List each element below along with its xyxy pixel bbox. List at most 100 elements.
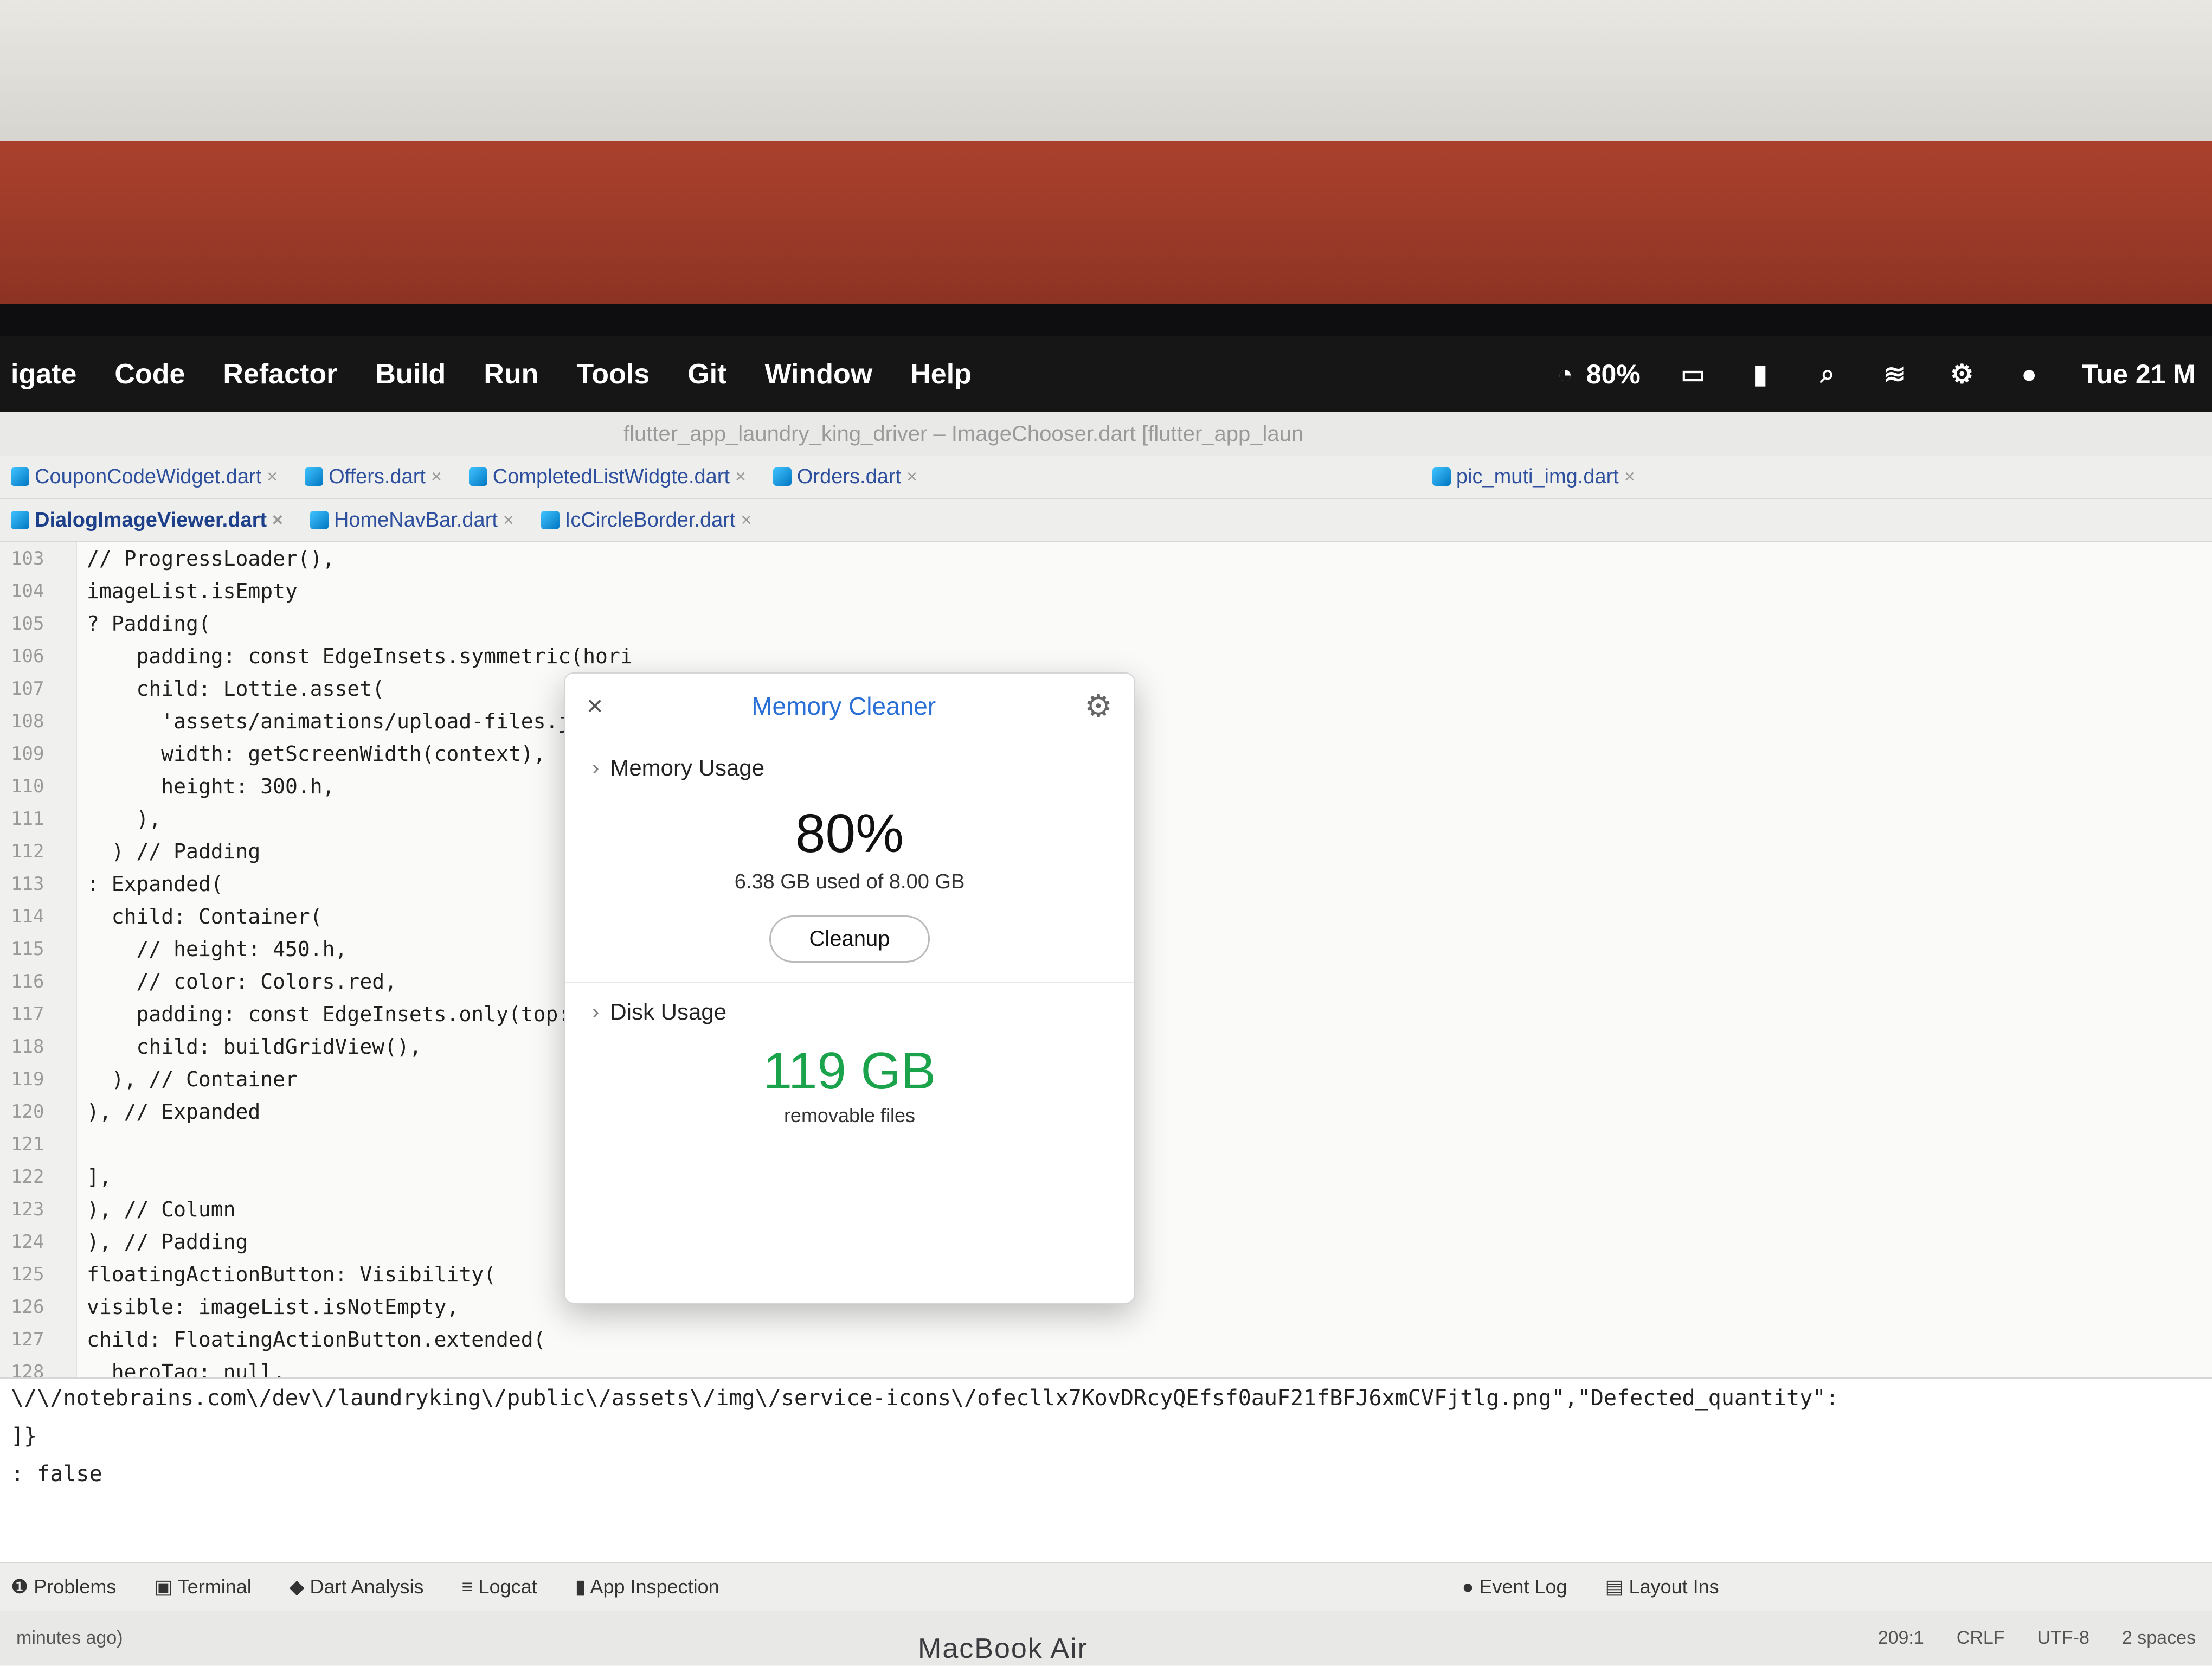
close-icon[interactable]: × <box>906 466 917 488</box>
menu-item-git[interactable]: Git <box>687 358 726 390</box>
close-icon[interactable]: × <box>272 510 283 531</box>
run-console[interactable]: \/\/notebrains.com\/dev\/laundryking\/pu… <box>0 1377 2212 1564</box>
tab-orders[interactable]: Orders.dart × <box>773 465 917 489</box>
disk-usage-label: Disk Usage <box>610 999 727 1024</box>
menu-item-navigate[interactable]: igate <box>11 358 76 390</box>
line-number: 104 <box>11 580 44 602</box>
status-right: 209:1 CRLF UTF-8 2 spaces <box>1878 1627 2196 1649</box>
gear-icon[interactable]: ⚙ <box>1084 688 1113 725</box>
code-line: ), // Column <box>87 1197 236 1221</box>
line-number: 123 <box>11 1199 44 1220</box>
memory-usage-header[interactable]: › Memory Usage <box>592 755 1107 781</box>
disk-usage-header[interactable]: › Disk Usage <box>592 999 1107 1025</box>
disk-caption: removable files <box>783 1104 916 1126</box>
line-number: 118 <box>11 1036 44 1058</box>
indent-setting[interactable]: 2 spaces <box>2122 1627 2196 1649</box>
close-icon[interactable]: × <box>431 466 442 488</box>
battery-icon[interactable]: ▮ <box>1746 360 1775 389</box>
tab-label: HomeNavBar.dart <box>333 508 498 531</box>
code-line: child: buildGridView(), <box>87 1035 422 1059</box>
line-number: 125 <box>11 1264 44 1285</box>
menu-bar-status-area: ◔ 80% ▭ ▮ ⌕ ≋ ⚙ ● Tue 21 M <box>1551 336 2196 412</box>
code-line: : Expanded( <box>87 872 223 896</box>
dart-file-icon <box>310 511 329 529</box>
code-line: ], <box>87 1165 112 1189</box>
menu-item-help[interactable]: Help <box>910 358 972 390</box>
close-icon[interactable]: × <box>587 690 603 722</box>
search-icon[interactable]: ⌕ <box>1813 360 1842 389</box>
code-line: child: Container( <box>87 905 323 928</box>
menu-item-build[interactable]: Build <box>375 358 446 390</box>
menu-bar-clock[interactable]: Tue 21 M <box>2082 358 2196 390</box>
console-line: : false <box>11 1462 102 1486</box>
memory-usage-section: › Memory Usage 80% 6.38 GB used of 8.00 … <box>565 755 1134 983</box>
disk-removable-size: 119 GB <box>763 1042 936 1100</box>
tool-label: Layout Ins <box>1629 1575 1719 1598</box>
cleanup-button[interactable]: Cleanup <box>769 915 930 963</box>
memory-cleaner-tray[interactable]: ◔ 80% <box>1551 358 1641 390</box>
tool-dart-analysis[interactable]: ◆ Dart Analysis <box>290 1575 424 1598</box>
menu-item-code[interactable]: Code <box>114 358 185 390</box>
console-line: ]} <box>11 1424 37 1449</box>
close-icon[interactable]: × <box>267 466 278 488</box>
dart-file-icon <box>773 467 792 486</box>
close-icon[interactable]: × <box>1624 466 1635 488</box>
line-number: 107 <box>11 678 44 700</box>
code-line: height: 300.h, <box>87 774 335 798</box>
menu-item-tools[interactable]: Tools <box>576 358 650 390</box>
close-icon[interactable]: × <box>741 510 751 531</box>
line-number: 109 <box>11 743 44 765</box>
display-icon[interactable]: ▭ <box>1679 360 1708 389</box>
tab-label: Orders.dart <box>796 465 902 488</box>
code-line: ), // Padding <box>87 1230 248 1254</box>
tab-label: CompletedListWidgte.dart <box>492 465 730 488</box>
editor-tabs-row-2: DialogImageViewer.dart × HomeNavBar.dart… <box>0 499 2212 542</box>
siri-icon[interactable]: ● <box>2015 360 2044 389</box>
cursor-position[interactable]: 209:1 <box>1878 1627 1924 1649</box>
menu-item-window[interactable]: Window <box>764 358 872 390</box>
tool-label: App Inspection <box>590 1575 719 1598</box>
tab-dialog-image-viewer[interactable]: DialogImageViewer.dart × <box>11 509 283 532</box>
tool-layout-inspector[interactable]: ▤ Layout Ins <box>1605 1575 1719 1598</box>
tool-terminal[interactable]: ▣ Terminal <box>154 1575 251 1598</box>
tool-problems[interactable]: ❶ Problems <box>11 1575 116 1598</box>
dart-file-icon <box>541 511 560 529</box>
menu-item-refactor[interactable]: Refactor <box>223 358 337 390</box>
line-separator[interactable]: CRLF <box>1957 1627 2005 1649</box>
control-center-icon[interactable]: ⚙ <box>1947 360 1977 389</box>
tool-logcat[interactable]: ≡ Logcat <box>462 1575 537 1598</box>
tab-completed-list-widget[interactable]: CompletedListWidgte.dart × <box>468 465 746 489</box>
background-paper <box>0 0 2212 141</box>
tool-label: Problems <box>34 1575 117 1598</box>
tab-home-nav-bar[interactable]: HomeNavBar.dart × <box>310 509 514 532</box>
memory-used-text: 6.38 GB used of 8.00 GB <box>734 870 965 893</box>
line-number-gutter: 103 104 105 106 107 108 109 110 111 112 113 114 115 1… <box>0 542 77 1448</box>
console-line: \/\/notebrains.com\/dev\/laundryking\/pu… <box>11 1386 1839 1411</box>
menu-bar: igate Code Refactor Build Run Tools Git … <box>0 336 2212 412</box>
line-number: 112 <box>11 841 44 862</box>
tab-offers[interactable]: Offers.dart × <box>305 465 442 489</box>
gauge-icon: ◔ <box>1557 360 1573 389</box>
code-line: ), <box>87 807 162 831</box>
menu-item-run[interactable]: Run <box>484 358 538 390</box>
tool-app-inspection[interactable]: ▮ App Inspection <box>575 1575 719 1598</box>
file-encoding[interactable]: UTF-8 <box>2037 1627 2089 1649</box>
tool-event-log[interactable]: ● Event Log <box>1462 1575 1567 1598</box>
wifi-icon[interactable]: ≋ <box>1880 360 1909 389</box>
code-area[interactable]: // ProgressLoader(), imageList.isEmpty ? P… <box>87 542 2201 1449</box>
tab-ic-circle-border[interactable]: IcCircleBorder.dart × <box>541 509 751 532</box>
tool-label: Terminal <box>177 1575 252 1598</box>
line-number: 117 <box>11 1003 44 1025</box>
code-line: // ProgressLoader(), <box>87 547 335 571</box>
memory-usage-label: Memory Usage <box>610 755 765 780</box>
close-icon[interactable]: × <box>503 510 514 531</box>
line-number: 111 <box>11 808 44 830</box>
close-icon[interactable]: × <box>735 466 746 488</box>
tool-label: Logcat <box>478 1575 537 1598</box>
code-line: padding: const EdgeInsets.only(top: 24), <box>87 1002 633 1026</box>
tab-pic-muti-img[interactable]: pic_muti_img.dart × <box>1432 465 1635 489</box>
tab-coupon-code-widget[interactable]: CouponCodeWidget.dart × <box>11 465 278 489</box>
line-number: 120 <box>11 1101 44 1123</box>
dart-file-icon <box>11 467 29 486</box>
tray-memory-percent: 80% <box>1586 359 1641 389</box>
